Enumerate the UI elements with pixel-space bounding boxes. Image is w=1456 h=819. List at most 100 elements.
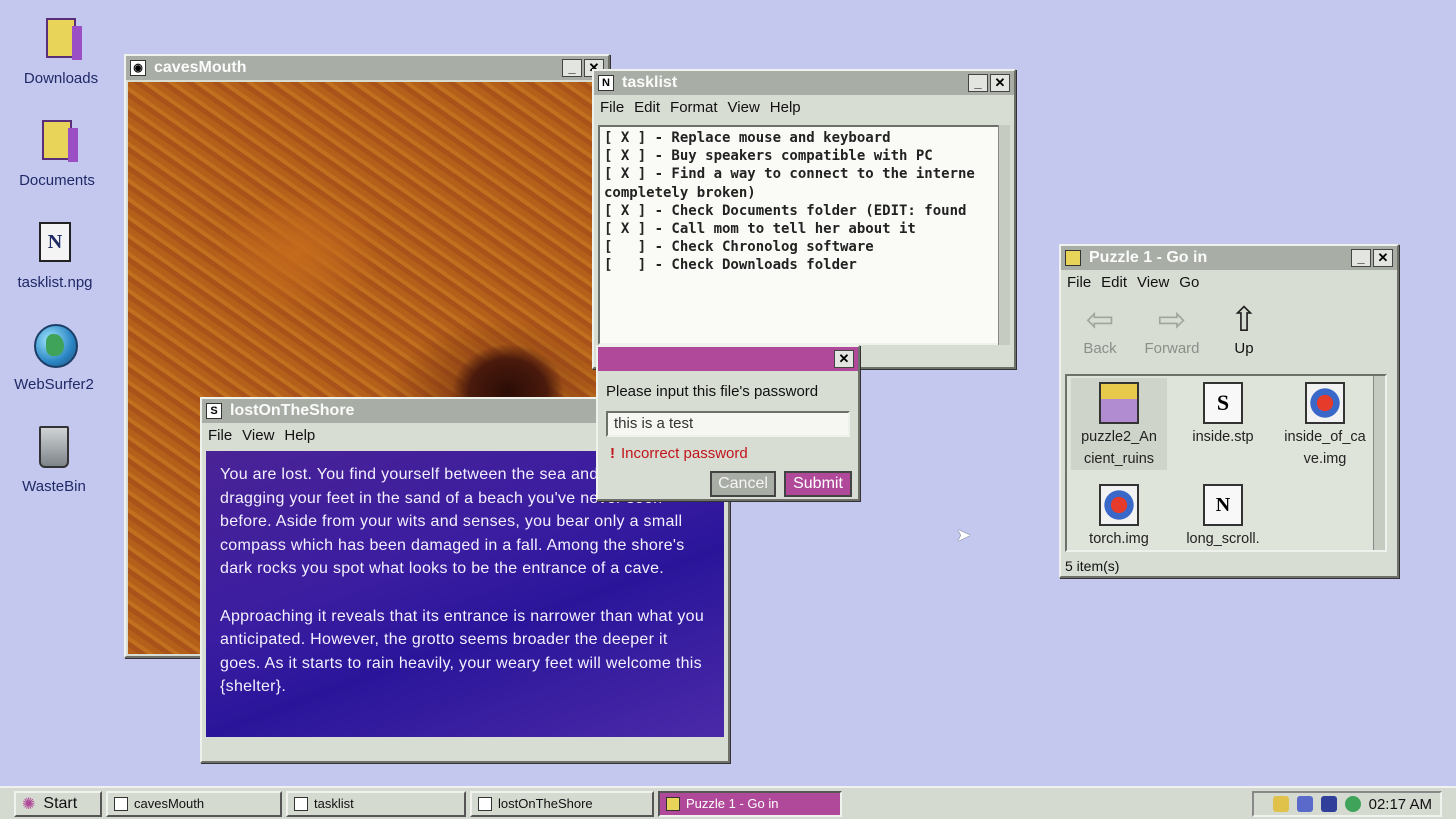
notepad-icon: N bbox=[35, 222, 75, 270]
file-name-line: cient_ruins bbox=[1083, 451, 1155, 467]
folder-icon bbox=[666, 796, 680, 811]
file-item[interactable]: inside_of_ca ve.img bbox=[1277, 378, 1373, 470]
minimize-button[interactable]: _ bbox=[562, 59, 582, 77]
task-story[interactable]: lostOnTheShore bbox=[470, 790, 654, 817]
window-title: tasklist bbox=[622, 74, 678, 91]
file-name-line: inside.stp bbox=[1192, 429, 1254, 445]
tasklist-window[interactable]: N tasklist _ ✕ File Edit Format View Hel… bbox=[592, 69, 1016, 369]
nav-label: Forward bbox=[1144, 340, 1200, 357]
minimize-button[interactable]: _ bbox=[1351, 249, 1371, 267]
start-label: Start bbox=[43, 794, 78, 812]
menu-help[interactable]: Help bbox=[284, 427, 315, 444]
desktop-icon-label: WasteBin bbox=[22, 478, 86, 495]
minimize-button[interactable]: _ bbox=[968, 74, 988, 92]
task-tasklist[interactable]: tasklist bbox=[286, 790, 466, 817]
window-title: Puzzle 1 - Go in bbox=[1089, 249, 1208, 266]
mouse-cursor-icon: ➤ bbox=[956, 525, 972, 545]
menu-view[interactable]: View bbox=[242, 427, 274, 444]
menu-bar: File Edit Format View Help bbox=[594, 95, 1014, 119]
desktop-icon-label: Downloads bbox=[23, 70, 99, 87]
tasklist-titlebar[interactable]: N tasklist _ ✕ bbox=[594, 71, 1014, 95]
lightbulb-icon[interactable] bbox=[1272, 796, 1289, 812]
scrollbar[interactable] bbox=[998, 125, 1010, 345]
caves-titlebar[interactable]: ◉ cavesMouth _ ✕ bbox=[126, 56, 608, 80]
file-name-line: ve.img bbox=[1303, 451, 1347, 467]
notepad-icon bbox=[294, 796, 308, 811]
file-name-line: long_scroll. bbox=[1186, 531, 1260, 547]
arrow-right-icon: ⇨ bbox=[1157, 301, 1187, 339]
menu-view[interactable]: View bbox=[728, 99, 760, 116]
close-button[interactable]: ✕ bbox=[990, 74, 1010, 92]
menu-file[interactable]: File bbox=[208, 427, 232, 444]
cancel-button[interactable]: Cancel bbox=[710, 471, 776, 497]
document-icon bbox=[478, 796, 492, 811]
close-button[interactable]: ✕ bbox=[1373, 249, 1393, 267]
story-paragraph: Approaching it reveals that its entrance… bbox=[220, 607, 705, 696]
back-button[interactable]: ⇦ Back bbox=[1065, 300, 1135, 357]
menu-file[interactable]: File bbox=[1067, 274, 1091, 291]
password-dialog[interactable]: ✕ Please input this file's password this… bbox=[596, 345, 860, 501]
zip-icon bbox=[1099, 382, 1139, 424]
file-item[interactable]: torch.img bbox=[1071, 480, 1167, 550]
desktop-icon-documents[interactable]: Documents bbox=[9, 120, 105, 189]
task-label: tasklist bbox=[314, 796, 354, 811]
file-name-line: puzzle2_An bbox=[1081, 429, 1157, 445]
file-list: puzzle2_An cient_ruins S inside.stp insi… bbox=[1065, 374, 1387, 552]
task-label: cavesMouth bbox=[134, 796, 205, 811]
menu-help[interactable]: Help bbox=[770, 99, 801, 116]
notepad-icon: N bbox=[598, 75, 614, 91]
desktop-icon-websurfer[interactable]: WebSurfer2 bbox=[6, 324, 102, 393]
stp-icon: S bbox=[1203, 382, 1243, 424]
menu-bar: File Edit View Go bbox=[1061, 270, 1397, 294]
system-tray: 02:17 AM bbox=[1252, 791, 1442, 817]
desktop-icon-downloads[interactable]: Downloads bbox=[13, 18, 109, 87]
globe-icon[interactable] bbox=[1344, 796, 1361, 812]
document-icon: S bbox=[206, 403, 222, 419]
menu-edit[interactable]: Edit bbox=[1101, 274, 1127, 291]
desktop-icon-wastebin[interactable]: WasteBin bbox=[6, 426, 102, 495]
desktop-icon-label: WebSurfer2 bbox=[14, 376, 94, 393]
note-icon: N bbox=[1203, 484, 1243, 526]
clock: 02:17 AM bbox=[1368, 795, 1432, 813]
desktop-icon-label: Documents bbox=[19, 172, 95, 189]
network-icon[interactable] bbox=[1296, 796, 1313, 812]
close-button[interactable]: ✕ bbox=[834, 350, 854, 368]
taskbar: ✺ Start cavesMouth tasklist lostOnTheSho… bbox=[0, 786, 1456, 819]
nav-label: Back bbox=[1083, 340, 1117, 357]
menu-go[interactable]: Go bbox=[1179, 274, 1199, 291]
desktop-icon-tasklist[interactable]: N tasklist.npg bbox=[7, 222, 103, 291]
menu-view[interactable]: View bbox=[1137, 274, 1169, 291]
trash-icon bbox=[34, 426, 74, 474]
dialog-titlebar[interactable]: ✕ bbox=[598, 347, 858, 371]
puzzle-window[interactable]: Puzzle 1 - Go in _ ✕ File Edit View Go ⇦… bbox=[1059, 244, 1399, 578]
file-item[interactable]: S inside.stp bbox=[1175, 378, 1271, 448]
folder-icon bbox=[1065, 250, 1081, 266]
status-bar: 5 item(s) bbox=[1065, 558, 1120, 574]
task-puzzle[interactable]: Puzzle 1 - Go in bbox=[658, 790, 842, 817]
password-input[interactable]: this is a test bbox=[606, 411, 850, 437]
image-viewer-icon bbox=[114, 796, 128, 811]
scrollbar[interactable] bbox=[1373, 376, 1385, 550]
window-title: cavesMouth bbox=[154, 59, 247, 76]
up-folder-icon: ⇧ bbox=[1229, 301, 1259, 339]
menu-edit[interactable]: Edit bbox=[634, 99, 660, 116]
tasklist-text[interactable]: [ X ] - Replace mouse and keyboard [ X ]… bbox=[598, 125, 1008, 345]
forward-button[interactable]: ⇨ Forward bbox=[1137, 300, 1207, 357]
image-viewer-icon: ◉ bbox=[130, 60, 146, 76]
task-label: lostOnTheShore bbox=[498, 796, 593, 811]
error-text: Incorrect password bbox=[621, 445, 748, 462]
password-prompt: Please input this file's password bbox=[606, 383, 819, 400]
folder-icon bbox=[41, 18, 82, 66]
file-item[interactable]: N long_scroll. bbox=[1175, 480, 1271, 550]
menu-file[interactable]: File bbox=[600, 99, 624, 116]
menu-format[interactable]: Format bbox=[670, 99, 718, 116]
folder-icon bbox=[37, 120, 78, 168]
puzzle-titlebar[interactable]: Puzzle 1 - Go in _ ✕ bbox=[1061, 246, 1397, 270]
up-button[interactable]: ⇧ Up bbox=[1209, 300, 1279, 357]
submit-button[interactable]: Submit bbox=[784, 471, 852, 497]
start-button[interactable]: ✺ Start bbox=[14, 790, 102, 817]
volume-icon[interactable] bbox=[1320, 796, 1337, 812]
error-icon: ! bbox=[610, 445, 615, 462]
file-item[interactable]: puzzle2_An cient_ruins bbox=[1071, 378, 1167, 470]
task-caves[interactable]: cavesMouth bbox=[106, 790, 282, 817]
